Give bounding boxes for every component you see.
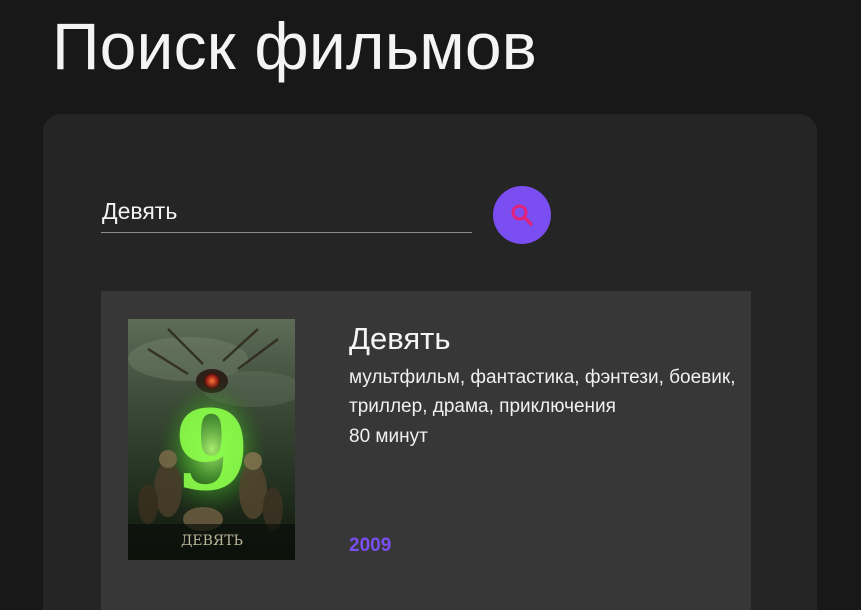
movie-title[interactable]: Девять — [349, 321, 739, 357]
search-panel: 9 ДЕВЯТЬ Девять мультфильм — [43, 114, 817, 610]
movie-duration: 80 минут — [349, 426, 428, 447]
movie-genres: мультфильм, фантастика, фэнтези, боевик,… — [349, 367, 736, 417]
page-title: Поиск фильмов — [52, 9, 538, 83]
search-icon — [509, 202, 535, 228]
movie-poster[interactable]: 9 ДЕВЯТЬ — [128, 319, 295, 560]
search-button[interactable] — [493, 186, 551, 244]
search-input[interactable] — [101, 190, 472, 233]
search-row — [101, 186, 561, 246]
movie-info: Девять мультфильм, фантастика, фэнтези, … — [349, 321, 739, 571]
svg-text:9: 9 — [174, 386, 251, 515]
page: Поиск фильмов Девять 9 ДЕВЯТЬ Девять мул… — [0, 0, 861, 610]
movie-year: 2009 — [349, 535, 392, 556]
movie-card[interactable]: 9 ДЕВЯТЬ Девять мультфильм, фантастика, … — [101, 291, 751, 610]
poster-caption: ДЕВЯТЬ — [181, 533, 243, 549]
